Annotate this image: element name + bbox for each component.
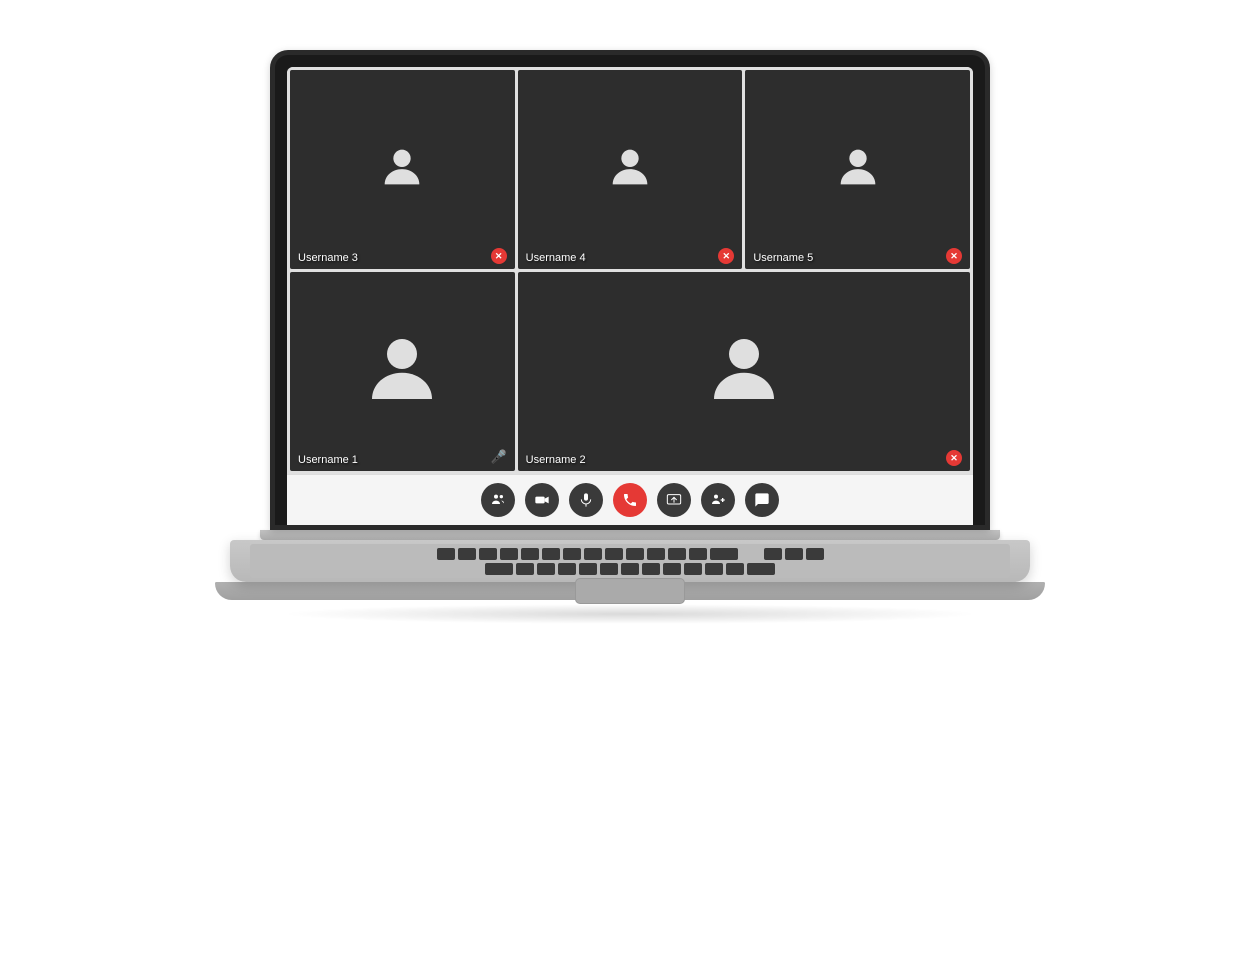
key <box>710 548 738 560</box>
key <box>668 548 686 560</box>
key <box>458 548 476 560</box>
key <box>605 548 623 560</box>
laptop-scene: Username 3 ✕ Username 4 <box>240 50 1020 930</box>
mic-icon-4: ✕ <box>718 248 734 264</box>
mic-icon-3: ✕ <box>491 248 507 264</box>
key <box>516 563 534 575</box>
chat-button[interactable] <box>745 483 779 517</box>
key <box>726 563 744 575</box>
mic-button[interactable] <box>569 483 603 517</box>
mic-muted-icon-4: ✕ <box>718 248 734 264</box>
username-1: Username 1 <box>298 454 358 466</box>
user-icon-2 <box>699 324 789 419</box>
video-button[interactable] <box>525 483 559 517</box>
mic-muted-icon-2: ✕ <box>946 450 962 466</box>
key <box>558 563 576 575</box>
video-grid: Username 3 ✕ Username 4 <box>287 67 973 474</box>
key <box>500 548 518 560</box>
username-3: Username 3 <box>298 252 358 264</box>
mic-icon-1: 🎤 <box>490 448 506 466</box>
call-toolbar <box>287 474 973 525</box>
avatar-1 <box>357 324 447 419</box>
end-call-button[interactable] <box>613 483 647 517</box>
key <box>785 548 803 560</box>
video-tile-2: Username 2 ✕ <box>518 272 970 471</box>
keyboard-area <box>250 544 1010 578</box>
laptop-shadow <box>280 604 980 624</box>
video-tile-3: Username 3 ✕ <box>290 70 515 269</box>
key <box>479 548 497 560</box>
key <box>663 563 681 575</box>
user-icon-1 <box>357 324 447 419</box>
mic-icon-5: ✕ <box>946 248 962 264</box>
video-tile-4: Username 4 ✕ <box>518 70 743 269</box>
key <box>579 563 597 575</box>
key <box>642 563 660 575</box>
key <box>705 563 723 575</box>
video-tile-5: Username 5 ✕ <box>745 70 970 269</box>
laptop-base-container <box>230 540 1030 582</box>
key <box>563 548 581 560</box>
key <box>684 563 702 575</box>
add-participant-button[interactable] <box>701 483 735 517</box>
participants-button[interactable] <box>481 483 515 517</box>
key <box>521 548 539 560</box>
video-tile-1: Username 1 🎤 <box>290 272 515 471</box>
mic-icon-2: ✕ <box>946 450 962 466</box>
mic-muted-icon-5: ✕ <box>946 248 962 264</box>
avatar-5 <box>832 141 884 198</box>
mic-active-icon: 🎤 <box>490 449 506 464</box>
avatar-2 <box>699 324 789 419</box>
key <box>485 563 513 575</box>
key <box>626 548 644 560</box>
key <box>806 548 824 560</box>
avatar-4 <box>604 141 656 198</box>
key <box>747 563 775 575</box>
user-icon-3 <box>376 141 428 198</box>
laptop-screen: Username 3 ✕ Username 4 <box>270 50 990 530</box>
share-screen-button[interactable] <box>657 483 691 517</box>
username-2: Username 2 <box>526 454 586 466</box>
laptop-hinge <box>260 530 1000 540</box>
mic-muted-icon-3: ✕ <box>491 248 507 264</box>
key <box>584 548 602 560</box>
key <box>621 563 639 575</box>
screen-content: Username 3 ✕ Username 4 <box>287 67 973 525</box>
username-4: Username 4 <box>526 252 586 264</box>
avatar-3 <box>376 141 428 198</box>
key <box>600 563 618 575</box>
key <box>689 548 707 560</box>
laptop-base <box>230 540 1030 582</box>
user-icon-5 <box>832 141 884 198</box>
touchpad <box>575 578 685 604</box>
key <box>764 548 782 560</box>
key <box>537 563 555 575</box>
key <box>542 548 560 560</box>
user-icon-4 <box>604 141 656 198</box>
key <box>437 548 455 560</box>
username-5: Username 5 <box>753 252 813 264</box>
key <box>647 548 665 560</box>
